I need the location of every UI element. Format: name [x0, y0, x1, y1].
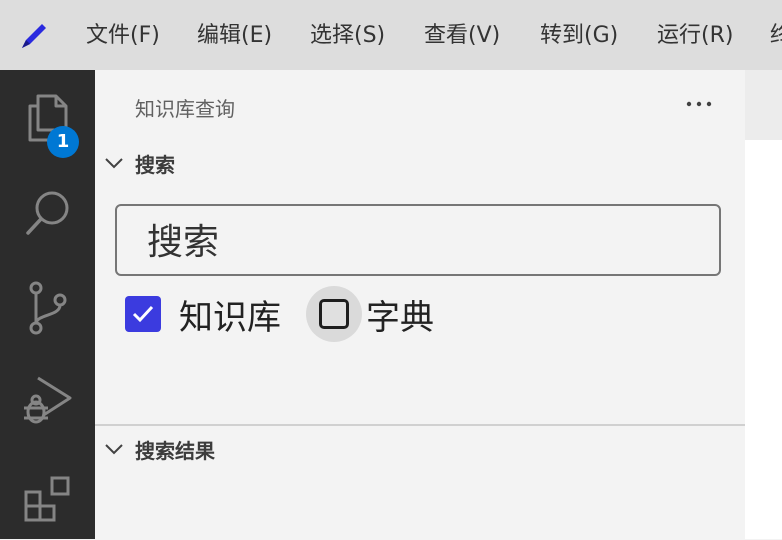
menu-file[interactable]: 文件(F)	[86, 0, 160, 70]
section-divider	[95, 424, 745, 426]
results-section-header[interactable]: 搜索结果	[103, 434, 215, 464]
search-box	[115, 204, 721, 276]
knowledge-base-checkbox[interactable]	[125, 296, 161, 332]
chevron-down-icon	[105, 158, 123, 169]
editor-area	[745, 70, 782, 539]
dictionary-label: 字典	[366, 297, 434, 338]
menu-terminal[interactable]: 终	[770, 0, 782, 70]
results-section-title: 搜索结果	[135, 438, 215, 463]
search-section-title: 搜索	[135, 152, 175, 177]
option-dictionary[interactable]: 字典	[306, 286, 434, 342]
menu-selection[interactable]: 选择(S)	[310, 0, 385, 70]
option-knowledge-base[interactable]: 知识库	[125, 292, 281, 338]
sidebar-title: 知识库查询	[135, 97, 235, 121]
checkmark-icon	[132, 305, 154, 323]
more-actions-icon[interactable]	[685, 90, 715, 114]
activity-bar: 1	[0, 70, 95, 539]
dictionary-checkbox[interactable]	[319, 299, 349, 329]
search-icon	[25, 191, 68, 235]
menu-bar: 文件(F) 编辑(E) 选择(S) 查看(V) 转到(G) 运行(R) 终	[0, 0, 782, 70]
dictionary-checkbox-hover	[306, 286, 362, 342]
activity-source-control[interactable]	[0, 268, 95, 348]
knowledge-base-label: 知识库	[179, 297, 281, 338]
menu-go[interactable]: 转到(G)	[540, 0, 618, 70]
search-input[interactable]	[145, 216, 709, 268]
activity-run-debug[interactable]	[0, 360, 95, 440]
app-logo-icon	[22, 24, 46, 48]
explorer-badge: 1	[47, 126, 79, 158]
sidebar: 知识库查询 搜索 知识库 字典 搜索结果	[95, 70, 745, 539]
source-control-icon	[29, 281, 66, 335]
editor-tab-bar	[745, 70, 782, 140]
activity-search[interactable]	[0, 173, 95, 253]
activity-extensions[interactable]	[0, 460, 95, 540]
menu-run[interactable]: 运行(R)	[657, 0, 733, 70]
run-debug-icon	[23, 376, 71, 424]
activity-explorer[interactable]: 1	[0, 78, 95, 158]
extensions-icon	[24, 476, 69, 522]
menu-edit[interactable]: 编辑(E)	[197, 0, 272, 70]
chevron-down-icon	[105, 444, 123, 455]
menu-view[interactable]: 查看(V)	[424, 0, 500, 70]
search-section-header[interactable]: 搜索	[103, 148, 175, 178]
